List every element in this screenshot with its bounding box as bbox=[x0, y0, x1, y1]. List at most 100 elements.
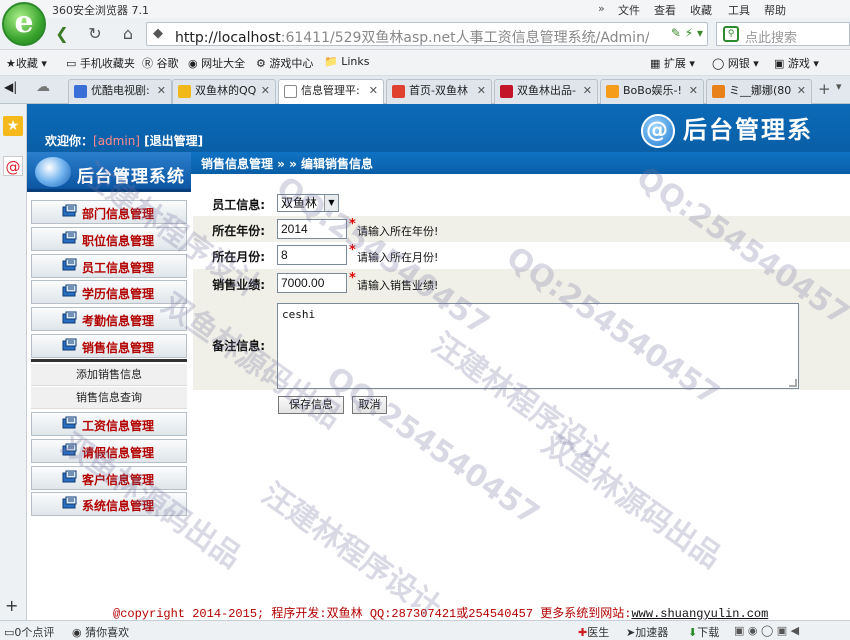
current-user: [admin] bbox=[93, 134, 140, 148]
status-tray-icons[interactable]: ▣ ◉ ◯ ▣ ◀ bbox=[734, 624, 799, 637]
fav-links[interactable]: 📁 Links bbox=[324, 55, 369, 68]
download-button[interactable]: ⬇下载 bbox=[688, 624, 719, 640]
browser-tab[interactable]: 信息管理平: ✕ bbox=[278, 79, 384, 104]
year-input[interactable] bbox=[277, 219, 347, 239]
fav-url-directory[interactable]: ◉ 网址大全 bbox=[188, 55, 245, 71]
browser-tab[interactable]: 双鱼林出品- ✕ bbox=[494, 79, 598, 104]
address-bar[interactable]: ◆ http://localhost:61411/529双鱼林asp.net人事… bbox=[146, 22, 708, 46]
browser-tab[interactable]: 双鱼林的QQ ✕ bbox=[172, 79, 276, 104]
menu-folder-icon bbox=[62, 231, 77, 244]
star-icon[interactable]: ★ bbox=[3, 116, 23, 136]
close-icon[interactable]: ✕ bbox=[689, 80, 698, 102]
system-logo: @ 后台管理系 bbox=[641, 110, 813, 148]
menu-folder-icon bbox=[62, 311, 77, 324]
sidebar-separator bbox=[31, 359, 187, 362]
favorites-bar: ★收藏 ▾ ▭ 手机收藏夹 Ⓡ 谷歌 ◉ 网址大全 ⚙ 游戏中心 📁 Links… bbox=[0, 50, 850, 76]
month-input[interactable] bbox=[277, 245, 347, 265]
comments-status[interactable]: ▭0个点评 bbox=[4, 624, 54, 640]
browser-title-bar: 360安全浏览器 7.1 » 文件 查看 收藏 工具 帮助 bbox=[0, 0, 850, 18]
address-url: http://localhost:61411/529双鱼林asp.net人事工资… bbox=[175, 30, 649, 46]
accelerator-button[interactable]: ➤加速器 bbox=[626, 624, 668, 640]
menu-favorites[interactable]: 收藏 bbox=[690, 2, 712, 18]
close-icon[interactable]: ✕ bbox=[369, 80, 378, 102]
tab-list-icon[interactable]: ▾ bbox=[836, 80, 842, 93]
sidebar-subitem[interactable]: 销售信息查询 bbox=[31, 387, 187, 409]
browser-side-strip: ★ @ + bbox=[0, 104, 27, 620]
tab-label: BoBo娱乐-! bbox=[623, 84, 682, 97]
cloud-icon[interactable]: ☁ bbox=[36, 79, 50, 95]
footer-website-link[interactable]: www.shuangyulin.com bbox=[631, 607, 768, 621]
cancel-button[interactable]: 取消 bbox=[352, 396, 387, 414]
status-bar: ▭0个点评 ◉ 猜你喜欢 ✚医生 ➤加速器 ⬇下载 ▣ ◉ ◯ ▣ ◀ bbox=[0, 620, 850, 640]
menu-overflow-arrows[interactable]: » bbox=[598, 2, 605, 15]
ebank-button[interactable]: ◯ 网银 ▾ bbox=[712, 55, 759, 71]
resize-grip-icon[interactable] bbox=[789, 379, 797, 387]
sidebar-item[interactable]: 部门信息管理 bbox=[31, 200, 187, 224]
sidebar-item[interactable]: 销售信息管理 bbox=[31, 334, 187, 358]
fav-google[interactable]: Ⓡ 谷歌 bbox=[142, 55, 179, 71]
close-icon[interactable]: ✕ bbox=[797, 80, 806, 102]
games-button[interactable]: ▣ 游戏 ▾ bbox=[774, 55, 819, 71]
tab-label: 双鱼林出品- bbox=[517, 84, 576, 97]
menu-folder-icon bbox=[62, 416, 77, 429]
tab-favicon-icon bbox=[284, 85, 297, 98]
sidebar-item[interactable]: 职位信息管理 bbox=[31, 226, 187, 251]
extensions-button[interactable]: ▦ 扩展 ▾ bbox=[650, 55, 695, 71]
sidebar-logo-icon bbox=[35, 157, 71, 187]
tab-label: 信息管理平: bbox=[301, 84, 360, 97]
sidebar-item[interactable]: 员工信息管理 bbox=[31, 253, 187, 278]
sidebar-item-label: 客户信息管理 bbox=[82, 472, 155, 487]
year-hint: 请输入所在年份! bbox=[357, 225, 439, 238]
mail-at-icon[interactable]: @ bbox=[3, 156, 23, 176]
tab-favicon-icon bbox=[178, 85, 191, 98]
sidebar-item[interactable]: 客户信息管理 bbox=[31, 465, 187, 490]
search-box[interactable]: ⚲ 点此搜索 bbox=[716, 22, 850, 46]
sidebar-item[interactable]: 工资信息管理 bbox=[31, 412, 187, 436]
close-icon[interactable]: ✕ bbox=[477, 80, 486, 102]
menu-tools[interactable]: 工具 bbox=[728, 2, 750, 18]
sales-input[interactable] bbox=[277, 273, 347, 293]
sidebar-title: 后台管理系统 bbox=[77, 167, 185, 187]
sidebar-item[interactable]: 考勤信息管理 bbox=[31, 307, 187, 332]
refresh-icon[interactable]: ↻ bbox=[83, 23, 107, 45]
home-icon[interactable]: ⌂ bbox=[116, 23, 140, 45]
logout-link[interactable]: [退出管理] bbox=[144, 134, 203, 148]
save-button[interactable]: 保存信息 bbox=[278, 396, 344, 414]
close-icon[interactable]: ✕ bbox=[261, 80, 270, 102]
browser-tab[interactable]: 优酷电视剧: ✕ bbox=[68, 79, 172, 104]
favorites-button[interactable]: ★收藏 ▾ bbox=[6, 55, 47, 71]
main-content: 销售信息管理 » » 编辑销售信息 员工信息: 双鱼林 ▼ 所在年份: * 请输… bbox=[191, 152, 850, 592]
doctor-button[interactable]: ✚医生 bbox=[578, 624, 609, 640]
page-header: 欢迎你：[admin] [退出管理] @ 后台管理系 bbox=[27, 104, 850, 152]
memo-textarea[interactable]: ceshi bbox=[277, 303, 799, 389]
employee-label: 员工信息: bbox=[212, 198, 265, 212]
menu-view[interactable]: 查看 bbox=[654, 2, 676, 18]
menu-file[interactable]: 文件 bbox=[618, 2, 640, 18]
close-icon[interactable]: ✕ bbox=[157, 80, 166, 102]
address-action-icons[interactable]: ✎ ⚡ ▾ bbox=[671, 26, 703, 40]
new-tab-icon[interactable]: + bbox=[818, 80, 831, 98]
sidebar-item[interactable]: 学历信息管理 bbox=[31, 280, 187, 305]
fav-game-center[interactable]: ⚙ 游戏中心 bbox=[256, 55, 313, 71]
form-row-employee: 员工信息: 双鱼林 ▼ bbox=[193, 190, 850, 216]
sidebar-item[interactable]: 请假信息管理 bbox=[31, 438, 187, 463]
sidebar-toggle-icon[interactable]: ◀| bbox=[4, 80, 17, 94]
browser-tab[interactable]: ミ__娜娜(80 ✕ bbox=[706, 79, 812, 104]
breadcrumb: 销售信息管理 » » 编辑销售信息 bbox=[201, 157, 374, 171]
sidebar-subitem[interactable]: 添加销售信息 bbox=[31, 364, 187, 386]
employee-select[interactable]: 双鱼林 ▼ bbox=[277, 194, 339, 212]
back-arrow-icon[interactable]: ❮ bbox=[50, 23, 74, 45]
guess-you-like[interactable]: ◉ 猜你喜欢 bbox=[72, 624, 129, 640]
add-icon[interactable]: + bbox=[5, 596, 18, 615]
sidebar-item-label: 考勤信息管理 bbox=[82, 314, 155, 329]
close-icon[interactable]: ✕ bbox=[583, 80, 592, 102]
browser-tab[interactable]: 首页-双鱼林 ✕ bbox=[386, 79, 492, 104]
security-shield-icon: ◆ bbox=[153, 26, 163, 41]
tab-label: 优酷电视剧: bbox=[91, 84, 150, 97]
fav-mobile[interactable]: ▭ 手机收藏夹 bbox=[66, 55, 135, 71]
sidebar-item[interactable]: 系统信息管理 bbox=[31, 492, 187, 517]
sidebar-item-label: 系统信息管理 bbox=[82, 499, 155, 514]
browser-tab[interactable]: BoBo娱乐-! ✕ bbox=[600, 79, 704, 104]
menu-folder-icon bbox=[62, 338, 77, 351]
menu-help[interactable]: 帮助 bbox=[764, 2, 786, 18]
